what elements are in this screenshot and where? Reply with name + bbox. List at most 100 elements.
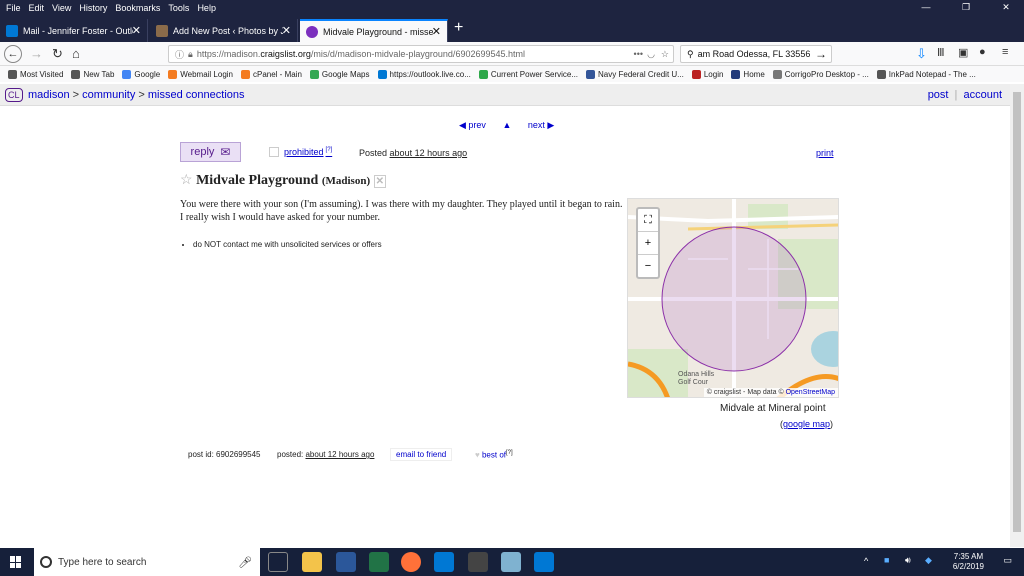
word-icon[interactable]: [336, 552, 356, 572]
go-arrow-icon[interactable]: →: [815, 47, 827, 61]
openstreetmap-link[interactable]: OpenStreetMap: [786, 389, 835, 396]
menu-edit[interactable]: Edit: [29, 3, 45, 13]
back-icon[interactable]: ←: [4, 45, 22, 63]
firefox-icon[interactable]: [401, 552, 421, 572]
search-bar[interactable]: ⚲ am Road Odessa, FL 33556 →: [680, 45, 832, 63]
bookmark-label: Webmail Login: [180, 69, 233, 79]
up-arrow-link[interactable]: ▲: [502, 120, 511, 130]
craigslist-logo[interactable]: CL: [5, 88, 23, 102]
forward-icon[interactable]: →: [30, 46, 43, 61]
bookmark-item[interactable]: Google: [122, 69, 161, 79]
microphone-icon[interactable]: 🎤︎: [238, 556, 252, 569]
restore-button[interactable]: ❐: [950, 0, 982, 15]
tab-craigslist[interactable]: Midvale Playground - missed c ✕: [300, 19, 448, 42]
close-tab-icon[interactable]: ✕: [282, 24, 291, 37]
fullscreen-icon[interactable]: ⛶: [638, 209, 658, 232]
outlook-tray-icon[interactable]: ■: [884, 555, 889, 565]
minimize-button[interactable]: —: [910, 0, 942, 15]
paint-icon[interactable]: [501, 552, 521, 572]
library-icon[interactable]: Ⅲ: [937, 46, 945, 59]
zoom-out-button[interactable]: −: [638, 255, 658, 278]
bookmark-star-icon[interactable]: ☆: [661, 49, 669, 60]
download-icon[interactable]: ⇩: [916, 46, 927, 62]
bookmark-item[interactable]: Navy Federal Credit U...: [586, 69, 684, 79]
best-of-link[interactable]: ♥ best of[?]: [475, 450, 513, 460]
search-input[interactable]: am Road Odessa, FL 33556: [698, 49, 811, 59]
crumb-madison[interactable]: madison: [28, 89, 70, 101]
bookmark-item[interactable]: Most Visited: [8, 69, 63, 79]
bookmark-label: Google: [134, 69, 161, 79]
new-tab-icon[interactable]: +: [454, 19, 463, 37]
menu-file[interactable]: File: [6, 3, 21, 13]
page-actions-icon[interactable]: •••: [634, 49, 643, 59]
task-view-icon[interactable]: [268, 552, 288, 572]
menu-help[interactable]: Help: [197, 3, 216, 13]
menu-view[interactable]: View: [52, 3, 71, 13]
help-link[interactable]: [?]: [506, 450, 513, 456]
clock[interactable]: 7:35 AM 6/2/2019: [953, 552, 984, 572]
bookmark-item[interactable]: CorrigoPro Desktop - ...: [772, 69, 869, 79]
bookmark-item[interactable]: Current Power Service...: [478, 69, 578, 79]
bookmark-favicon-icon: [241, 69, 250, 79]
print-link[interactable]: print: [816, 148, 834, 158]
bookmark-item[interactable]: cPanel - Main: [241, 69, 302, 79]
bookmark-item[interactable]: Webmail Login: [168, 69, 233, 79]
bookmark-item[interactable]: Login: [691, 69, 723, 79]
reply-button[interactable]: reply ✉: [180, 142, 241, 162]
crumb-missed-connections[interactable]: missed connections: [148, 89, 245, 101]
prev-link[interactable]: ◀ prev: [459, 120, 486, 130]
tab-photos[interactable]: Add New Post ‹ Photos by JFos ✕: [150, 19, 298, 42]
bookmark-item[interactable]: Google Maps: [309, 69, 370, 79]
tray-chevron-icon[interactable]: ^: [864, 556, 868, 566]
volume-icon[interactable]: 🔊︎: [905, 555, 911, 566]
zoom-in-button[interactable]: +: [638, 232, 658, 255]
post-link[interactable]: post: [928, 89, 949, 101]
account-link[interactable]: account: [963, 89, 1002, 101]
tab-outlook[interactable]: Mail - Jennifer Foster - Outlook ✕: [0, 19, 148, 42]
notifications-icon[interactable]: ▭: [1003, 555, 1012, 566]
next-link[interactable]: next ▶: [528, 120, 554, 130]
crumb-community[interactable]: community: [82, 89, 135, 101]
bookmark-label: https://outlook.live.co...: [389, 69, 471, 79]
google-map-link[interactable]: google map: [783, 419, 830, 429]
menu-history[interactable]: History: [79, 3, 107, 13]
scrollbar-thumb[interactable]: [1013, 92, 1021, 532]
prohibited-link[interactable]: prohibited [?]: [284, 147, 332, 157]
heart-icon: ♥: [475, 450, 480, 460]
hide-icon[interactable]: ✕: [373, 175, 386, 188]
bookmark-item[interactable]: New Tab: [71, 69, 115, 79]
email-to-friend-label: email to friend: [396, 450, 447, 459]
close-tab-icon[interactable]: ✕: [132, 24, 141, 37]
bookmark-item[interactable]: Home: [731, 69, 765, 79]
help-link[interactable]: [?]: [326, 147, 333, 153]
map[interactable]: ⛶ + − Odana Hills Golf Cour © craigslist…: [627, 198, 839, 398]
outlook-taskbar-icon-2[interactable]: [534, 552, 554, 572]
calculator-icon[interactable]: [468, 552, 488, 572]
scrollbar[interactable]: [1010, 84, 1024, 547]
home-icon[interactable]: ⌂: [72, 46, 80, 61]
dropbox-icon[interactable]: ◆: [925, 555, 932, 566]
bookmark-label: New Tab: [83, 69, 115, 79]
email-to-friend-button[interactable]: email to friend: [390, 448, 453, 461]
pocket-icon[interactable]: ◡: [647, 49, 655, 60]
excel-icon[interactable]: [369, 552, 389, 572]
lock-icon[interactable]: 🔒︎: [188, 49, 193, 60]
taskbar-search[interactable]: Type here to search 🎤︎: [34, 548, 260, 576]
close-tab-icon[interactable]: ✕: [432, 25, 441, 38]
url-bar[interactable]: ⓘ 🔒︎ https://madison. craigslist.org/mis/…: [168, 45, 674, 63]
reload-icon[interactable]: ↻: [52, 46, 63, 62]
prohibited-checkbox[interactable]: [269, 147, 279, 157]
close-window-button[interactable]: ✕: [990, 0, 1022, 15]
menu-icon[interactable]: ≡: [1002, 46, 1008, 58]
sidebar-icon[interactable]: ▣: [958, 46, 968, 59]
file-explorer-icon[interactable]: [302, 552, 322, 572]
menu-tools[interactable]: Tools: [168, 3, 189, 13]
info-icon[interactable]: ⓘ: [175, 48, 184, 61]
bookmark-item[interactable]: InkPad Notepad - The ...: [876, 69, 976, 79]
favorite-star-icon[interactable]: ☆: [180, 173, 193, 188]
menu-bookmarks[interactable]: Bookmarks: [115, 3, 160, 13]
account-icon[interactable]: ●: [979, 46, 986, 58]
bookmark-item[interactable]: https://outlook.live.co...: [377, 69, 471, 79]
outlook-taskbar-icon[interactable]: [434, 552, 454, 572]
windows-start-icon[interactable]: [10, 556, 22, 568]
